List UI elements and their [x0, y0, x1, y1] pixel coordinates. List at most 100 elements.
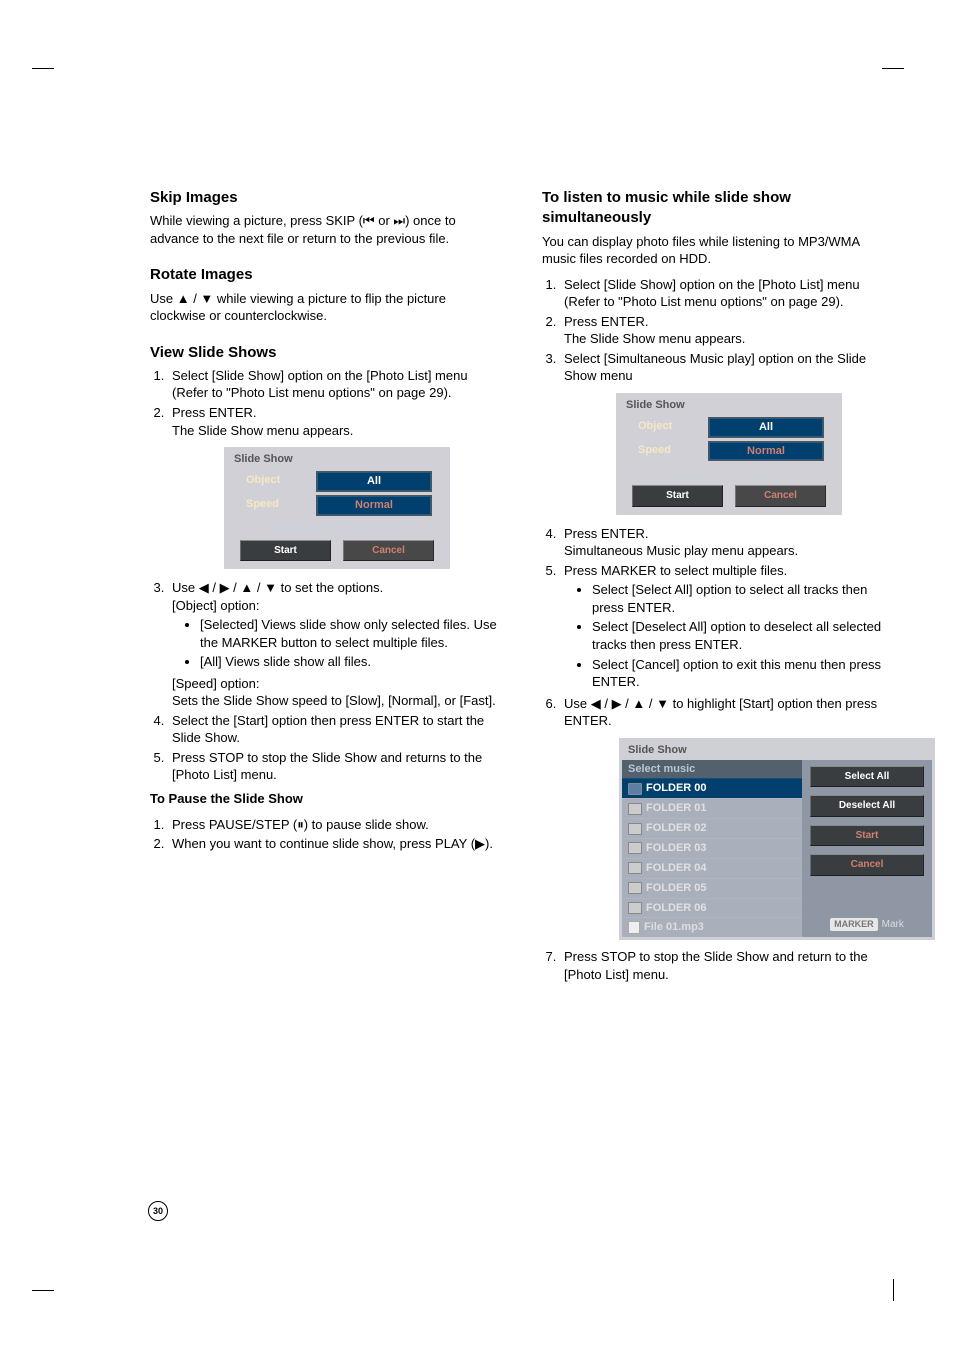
menu-title: Slide Show [234, 452, 440, 467]
marker-text: Mark [882, 918, 904, 932]
list-item-label: FOLDER 00 [646, 781, 707, 796]
list-item-label: FOLDER 01 [646, 801, 707, 816]
list-item-label: FOLDER 06 [646, 901, 707, 916]
step: Press ENTER. The Slide Show menu appears… [560, 313, 894, 348]
slide-show-menu: Slide Show Object All Speed Normal Simul… [224, 447, 450, 569]
list-item-label: FOLDER 03 [646, 841, 707, 856]
folder-icon [628, 842, 642, 854]
heading-skip-images: Skip Images [150, 188, 502, 208]
list-item-label: FOLDER 04 [646, 861, 707, 876]
list-item: FOLDER 00 [622, 778, 802, 798]
list-item-label: FOLDER 05 [646, 881, 707, 896]
step: Press ENTER. The Slide Show menu appears… [168, 404, 502, 569]
step: Press PAUSE/STEP (⏸) to pause slide show… [168, 816, 502, 834]
option-label: [Speed] option: [172, 675, 502, 693]
folder-list: Select music FOLDER 00 FOLDER 01 [622, 760, 802, 938]
file-icon [628, 921, 640, 934]
object-label: Object [634, 417, 702, 438]
step-text: The Slide Show menu appears. [564, 331, 745, 346]
folder-icon [628, 862, 642, 874]
list-item: FOLDER 03 [622, 838, 802, 858]
speed-value: Normal [316, 495, 432, 516]
marker-hint: MARKER Mark [810, 918, 924, 932]
start-button: Start [810, 825, 924, 847]
menu-title: Slide Show [626, 398, 832, 413]
step: Press STOP to stop the Slide Show and re… [168, 749, 502, 784]
step: Select the [Start] option then press ENT… [168, 712, 502, 747]
step-text: Simultaneous Music play menu appears. [564, 543, 798, 558]
marker-tag: MARKER [830, 918, 878, 930]
step-text: Press ENTER. [564, 314, 649, 329]
crop-mark-icon [32, 1261, 72, 1301]
list-header: Select music [622, 760, 802, 779]
simultaneous-music-link: Simultaneous Music play [232, 522, 442, 537]
step-text: Use ◀ / ▶ / ▲ / ▼ to highlight [Start] o… [564, 696, 877, 729]
step: Select [Slide Show] option on the [Photo… [560, 276, 894, 311]
left-column: Skip Images While viewing a picture, pre… [150, 170, 502, 989]
paragraph: You can display photo files while listen… [542, 233, 894, 268]
step-text: Press ENTER. [564, 526, 649, 541]
step: Press STOP to stop the Slide Show and re… [560, 948, 894, 983]
cancel-button: Cancel [343, 540, 434, 562]
deselect-all-button: Deselect All [810, 795, 924, 817]
list-item: File 01.mp3 [622, 917, 802, 937]
start-button: Start [632, 485, 723, 507]
start-button: Start [240, 540, 331, 562]
paragraph: Use ▲ / ▼ while viewing a picture to fli… [150, 290, 502, 325]
menu-title: Slide Show [622, 741, 932, 760]
folder-icon [628, 783, 642, 795]
slide-show-menu: Slide Show Object All Speed Normal Simul… [616, 393, 842, 515]
step: Select [Simultaneous Music play] option … [560, 350, 894, 515]
paragraph: While viewing a picture, press SKIP (⏮ o… [150, 212, 502, 247]
object-label: Object [242, 471, 310, 492]
option-label: [Object] option: [172, 597, 502, 615]
list-item: FOLDER 04 [622, 858, 802, 878]
step: Use ◀ / ▶ / ▲ / ▼ to highlight [Start] o… [560, 695, 894, 941]
list-item-label: File 01.mp3 [644, 920, 704, 935]
right-column: To listen to music while slide show simu… [542, 170, 894, 989]
speed-value: Normal [708, 441, 824, 462]
speed-label: Speed [242, 495, 310, 516]
simultaneous-music-link: Simultaneous Music play [624, 467, 834, 482]
step: Use ◀ / ▶ / ▲ / ▼ to set the options. [O… [168, 579, 502, 710]
step: Press ENTER. Simultaneous Music play men… [560, 525, 894, 560]
select-music-menu: Slide Show Select music FOLDER 00 [619, 738, 935, 940]
folder-icon [628, 803, 642, 815]
step-text: Press ENTER. [172, 405, 257, 420]
crop-mark-icon [864, 1261, 904, 1301]
list-item-label: FOLDER 02 [646, 821, 707, 836]
step-text: Select [Simultaneous Music play] option … [564, 351, 866, 384]
heading-listen-music: To listen to music while slide show simu… [542, 188, 894, 229]
page-number: 30 [148, 1201, 168, 1221]
bullet: [All] Views slide show all files. [200, 653, 502, 671]
heading-pause-slide-show: To Pause the Slide Show [150, 790, 502, 808]
speed-label: Speed [634, 441, 702, 462]
heading-rotate-images: Rotate Images [150, 265, 502, 285]
cancel-button: Cancel [810, 854, 924, 876]
step-text: The Slide Show menu appears. [172, 423, 353, 438]
list-item: FOLDER 01 [622, 798, 802, 818]
step-text: Use ◀ / ▶ / ▲ / ▼ to set the options. [172, 580, 383, 595]
list-item: FOLDER 02 [622, 818, 802, 838]
bullet: Select [Deselect All] option to deselect… [592, 618, 894, 653]
step-text: Sets the Slide Show speed to [Slow], [No… [172, 692, 502, 710]
crop-mark-icon [864, 58, 904, 98]
bullet: [Selected] Views slide show only selecte… [200, 616, 502, 651]
bullet: Select [Cancel] option to exit this menu… [592, 656, 894, 691]
bullet: Select [Select All] option to select all… [592, 581, 894, 616]
object-value: All [708, 417, 824, 438]
folder-icon [628, 882, 642, 894]
folder-icon [628, 823, 642, 835]
folder-icon [628, 902, 642, 914]
list-item: FOLDER 06 [622, 898, 802, 918]
select-all-button: Select All [810, 766, 924, 788]
side-buttons: Select All Deselect All Start Cancel MAR… [802, 760, 932, 938]
step: Select [Slide Show] option on the [Photo… [168, 367, 502, 402]
object-value: All [316, 471, 432, 492]
crop-mark-icon [32, 58, 72, 98]
step: Press MARKER to select multiple files. S… [560, 562, 894, 691]
list-item: FOLDER 05 [622, 878, 802, 898]
heading-view-slide-shows: View Slide Shows [150, 343, 502, 363]
step: When you want to continue slide show, pr… [168, 835, 502, 853]
cancel-button: Cancel [735, 485, 826, 507]
